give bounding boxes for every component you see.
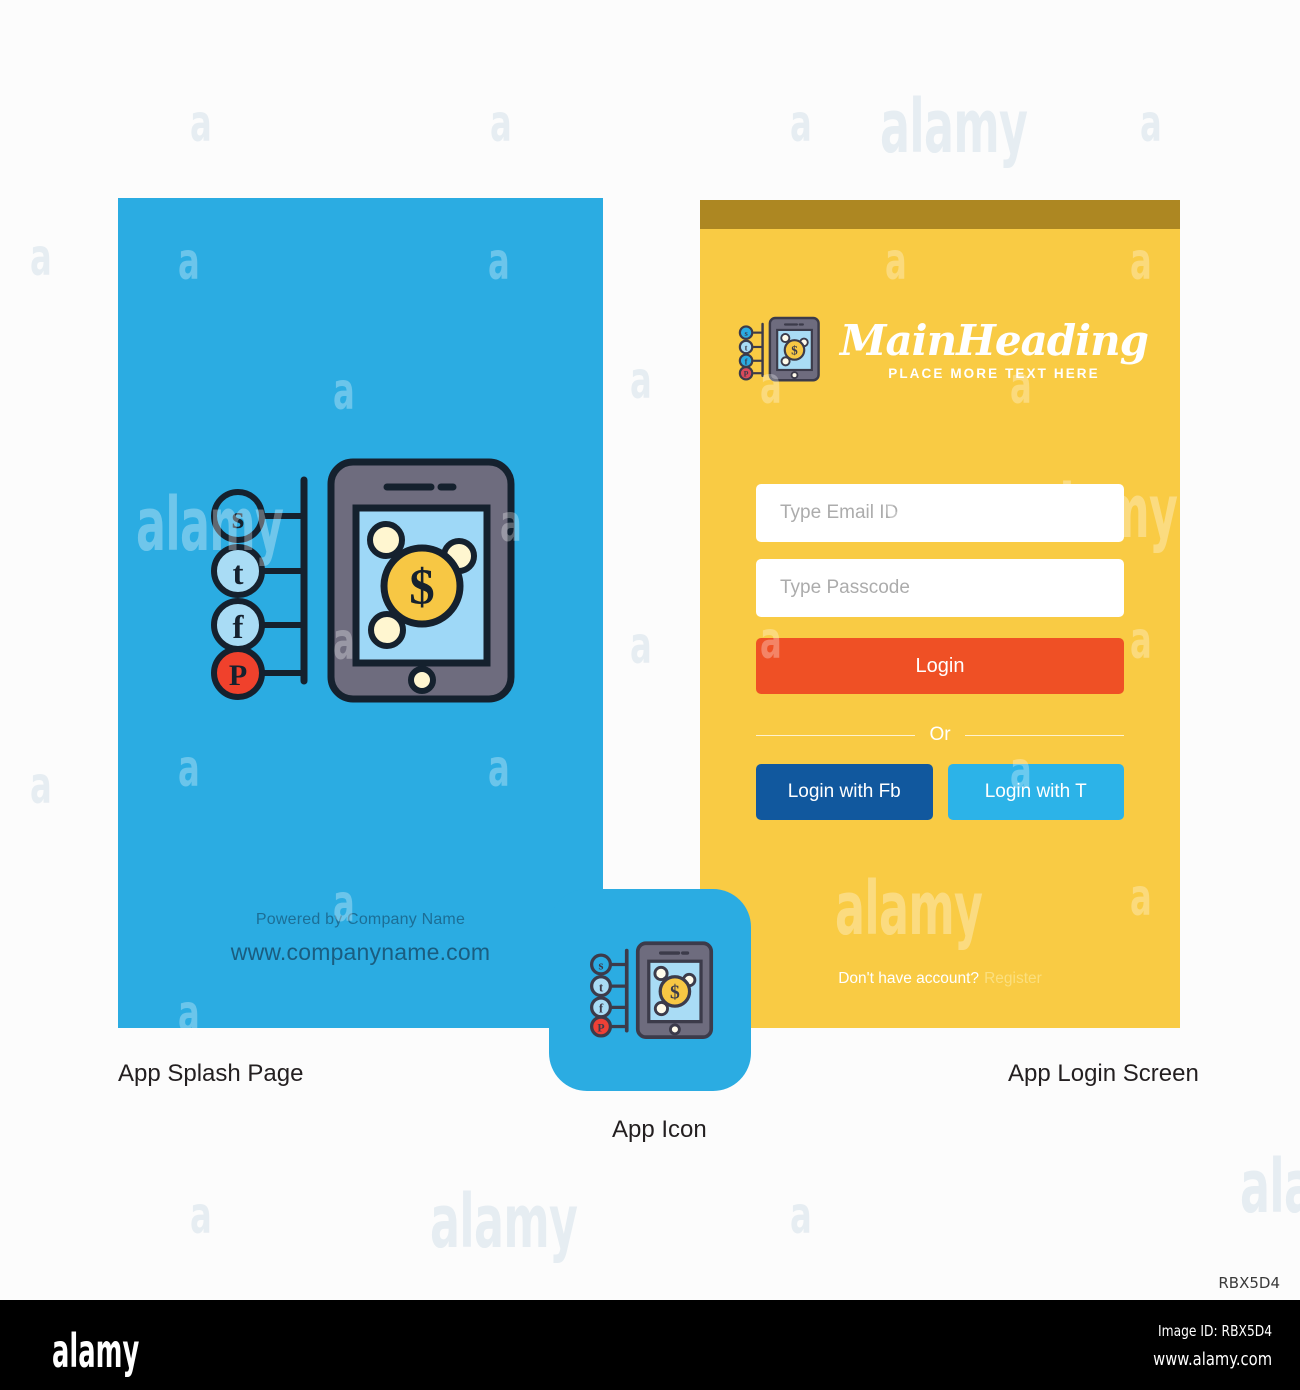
image-code-label: RBX5D4 — [1218, 1274, 1280, 1292]
badge-t: t — [590, 975, 613, 998]
watermark-letter: a — [488, 739, 510, 799]
splash-app-illustration: s t f P $ — [191, 458, 531, 708]
badge-s: s — [738, 325, 754, 340]
svg-text:$: $ — [791, 343, 798, 358]
or-separator: Or — [756, 724, 1125, 746]
email-input[interactable] — [756, 484, 1124, 542]
login-branding: s t f P $ MainHeading PLACE MORE TEXT HE… — [700, 305, 1180, 393]
register-link[interactable]: Register — [984, 970, 1042, 987]
company-website-text: www.companyname.com — [230, 939, 491, 965]
svg-text:P: P — [597, 1020, 604, 1034]
watermark-letter: a — [190, 94, 212, 154]
badge-s: s — [210, 489, 265, 543]
social-login-row: Login with Fb Login with T — [756, 764, 1124, 820]
watermark-letter: a — [885, 232, 907, 292]
alamy-logo: alamy — [52, 1324, 140, 1378]
badge-p: P — [738, 365, 754, 381]
or-label: Or — [929, 724, 951, 745]
main-heading: MainHeading — [839, 315, 1149, 365]
watermark-letter: a — [490, 94, 512, 154]
app-splash-page: s t f P $ Powered by Company Name www.co… — [118, 198, 603, 1028]
svg-text:P: P — [744, 369, 749, 378]
status-bar — [700, 200, 1180, 229]
alamy-footer-bar: alamy Image ID: RBX5D4 www.alamy.com — [0, 1300, 1300, 1390]
svg-text:t: t — [232, 556, 243, 592]
powered-by-text: Powered by Company Name — [255, 911, 466, 928]
svg-text:$: $ — [409, 560, 435, 616]
svg-text:t: t — [599, 979, 604, 994]
mobile-payment-icon: s t f P $ — [590, 941, 714, 1039]
sub-heading: PLACE MORE TEXT HERE — [888, 366, 1100, 382]
splash-footer: Powered by Company Name www.companyname.… — [118, 911, 603, 966]
badge-p: P — [590, 1015, 613, 1038]
svg-text:f: f — [599, 1001, 604, 1016]
login-with-facebook-button[interactable]: Login with Fb — [756, 764, 933, 820]
login-with-twitter-button[interactable]: Login with T — [947, 764, 1124, 820]
app-login-screen: s t f P $ MainHeading PLACE MORE TEXT HE… — [700, 200, 1180, 1028]
watermark-letter: a — [30, 756, 52, 816]
alamy-image-id: Image ID: RBX5D4 — [1157, 1322, 1272, 1340]
page-root: s t f P $ Powered by Company Name www.co… — [0, 0, 1300, 1390]
caption-app-icon: App Icon — [612, 1116, 707, 1143]
watermark-letter: a — [190, 1186, 212, 1246]
svg-text:$: $ — [670, 982, 680, 1003]
badge-p: P — [210, 646, 265, 700]
or-line-right — [964, 734, 1125, 736]
badge-f: f — [210, 598, 265, 652]
mobile-payment-icon: s t f P $ — [210, 458, 514, 703]
svg-text:s: s — [599, 958, 604, 972]
passcode-input[interactable] — [756, 559, 1124, 617]
badge-t: t — [210, 544, 265, 598]
badge-f: f — [590, 996, 613, 1019]
app-icon-tile[interactable]: s t f P $ — [549, 889, 751, 1091]
watermark-letter: a — [178, 232, 200, 292]
mobile-payment-icon: s t f P $ — [738, 316, 820, 382]
watermark-letter: a — [1130, 868, 1152, 928]
watermark-brand: alamy — [430, 1179, 578, 1265]
alamy-meta: Image ID: RBX5D4 www.alamy.com — [1153, 1322, 1272, 1370]
watermark-brand: alamy — [1240, 1144, 1300, 1230]
brand-text-block: MainHeading PLACE MORE TEXT HERE — [839, 315, 1149, 382]
login-button[interactable]: Login — [756, 638, 1124, 694]
svg-text:f: f — [745, 356, 748, 366]
watermark-letter: a — [1130, 232, 1152, 292]
register-row: Don't have account? Register — [700, 970, 1180, 988]
svg-text:t: t — [745, 342, 748, 352]
watermark-letter: a — [1130, 611, 1152, 671]
watermark-brand: alamy — [880, 84, 1028, 170]
svg-text:P: P — [228, 659, 246, 692]
watermark-letter: a — [1140, 94, 1162, 154]
watermark-letter: a — [790, 1186, 812, 1246]
svg-text:s: s — [231, 499, 243, 535]
badge-t: t — [738, 339, 754, 355]
caption-splash-page: App Splash Page — [118, 1060, 304, 1087]
watermark-brand: alamy — [835, 866, 983, 952]
watermark-letter: a — [630, 351, 652, 411]
register-question: Don't have account? — [838, 970, 980, 987]
badge-s: s — [590, 953, 613, 976]
watermark-letter: a — [30, 228, 52, 288]
watermark-letter: a — [630, 616, 652, 676]
watermark-letter: a — [790, 94, 812, 154]
watermark-letter: a — [488, 232, 510, 292]
watermark-letter: a — [333, 362, 355, 422]
badge-f: f — [738, 353, 754, 369]
alamy-url: www.alamy.com — [1153, 1349, 1272, 1370]
login-form: Login Or Login with Fb Login with T — [756, 484, 1125, 820]
watermark-letter: a — [178, 739, 200, 799]
caption-login-screen: App Login Screen — [1008, 1060, 1199, 1087]
svg-text:f: f — [232, 610, 244, 646]
or-line-left — [756, 734, 916, 736]
watermark-letter: a — [178, 984, 200, 1028]
